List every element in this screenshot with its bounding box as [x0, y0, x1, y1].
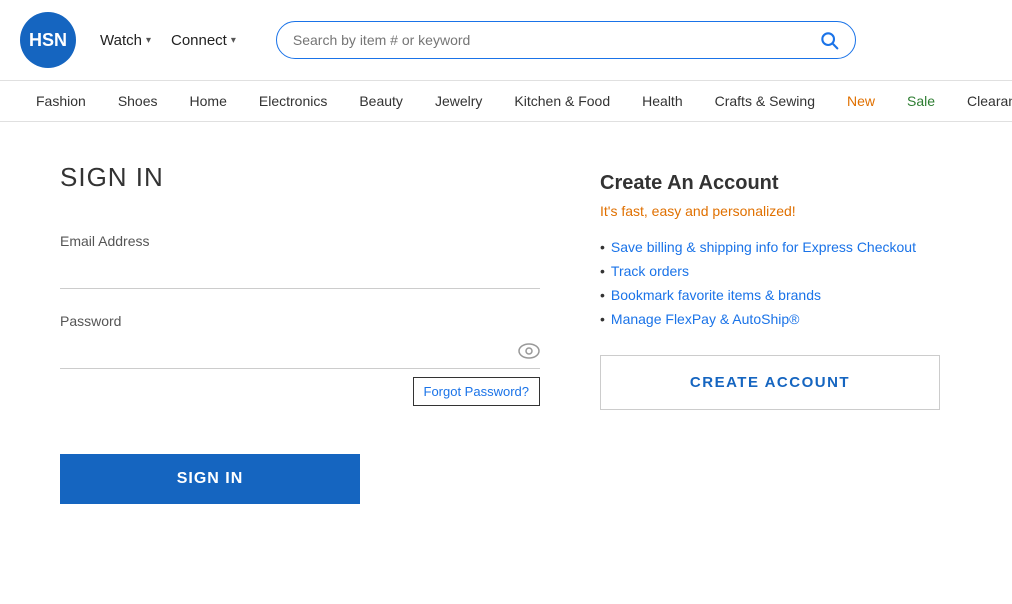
nav-item-jewelry[interactable]: Jewelry [419, 81, 498, 121]
nav-item-health[interactable]: Health [626, 81, 698, 121]
password-form-group: Password Forgot Password? [60, 313, 540, 406]
watch-nav-item[interactable]: Watch ▾ [92, 28, 159, 53]
nav-item-electronics[interactable]: Electronics [243, 81, 343, 121]
watch-label: Watch [100, 32, 142, 49]
signin-section: SIGN IN Email Address Password Forgot Pa… [60, 162, 540, 504]
search-button[interactable] [819, 30, 839, 50]
create-account-section: Create An Account It's fast, easy and pe… [600, 162, 940, 504]
nav-item-beauty[interactable]: Beauty [343, 81, 419, 121]
forgot-password-link[interactable]: Forgot Password? [413, 377, 541, 406]
benefit-item-1: Save billing & shipping info for Express… [600, 239, 940, 255]
connect-label: Connect [171, 32, 227, 49]
password-label: Password [60, 313, 540, 329]
benefit-item-3: Bookmark favorite items & brands [600, 287, 940, 303]
forgot-password-container: Forgot Password? [60, 377, 540, 406]
benefit-item-4: Manage FlexPay & AutoShip® [600, 311, 940, 327]
main-nav: Fashion Shoes Home Electronics Beauty Je… [0, 81, 1012, 122]
search-input[interactable] [293, 32, 819, 48]
search-icon [819, 30, 839, 50]
create-account-title: Create An Account [600, 172, 940, 195]
benefits-list: Save billing & shipping info for Express… [600, 239, 940, 327]
create-account-button[interactable]: CREATE ACCOUNT [600, 355, 940, 410]
email-label: Email Address [60, 233, 540, 249]
email-input[interactable] [60, 255, 540, 289]
header: HSN Watch ▾ Connect ▾ [0, 0, 1012, 81]
header-nav: Watch ▾ Connect ▾ [92, 28, 244, 53]
nav-item-kitchen[interactable]: Kitchen & Food [498, 81, 626, 121]
connect-nav-item[interactable]: Connect ▾ [163, 28, 244, 53]
signin-button[interactable]: SIGN IN [60, 454, 360, 504]
email-form-group: Email Address [60, 233, 540, 289]
nav-item-new[interactable]: New [831, 81, 891, 121]
benefit-item-2: Track orders [600, 263, 940, 279]
watch-chevron-icon: ▾ [146, 35, 151, 46]
nav-item-fashion[interactable]: Fashion [20, 81, 102, 121]
toggle-password-icon[interactable] [518, 343, 540, 364]
nav-item-home[interactable]: Home [174, 81, 243, 121]
create-account-subtitle: It's fast, easy and personalized! [600, 203, 940, 219]
nav-item-shoes[interactable]: Shoes [102, 81, 174, 121]
search-bar [276, 21, 856, 59]
nav-item-clearance[interactable]: Clearance [951, 81, 1012, 121]
nav-item-crafts[interactable]: Crafts & Sewing [699, 81, 831, 121]
password-wrapper [60, 335, 540, 369]
nav-item-sale[interactable]: Sale [891, 81, 951, 121]
signin-title: SIGN IN [60, 162, 540, 193]
password-input[interactable] [60, 335, 540, 369]
connect-chevron-icon: ▾ [231, 35, 236, 46]
hsn-logo[interactable]: HSN [20, 12, 76, 68]
main-content: SIGN IN Email Address Password Forgot Pa… [0, 122, 1012, 544]
